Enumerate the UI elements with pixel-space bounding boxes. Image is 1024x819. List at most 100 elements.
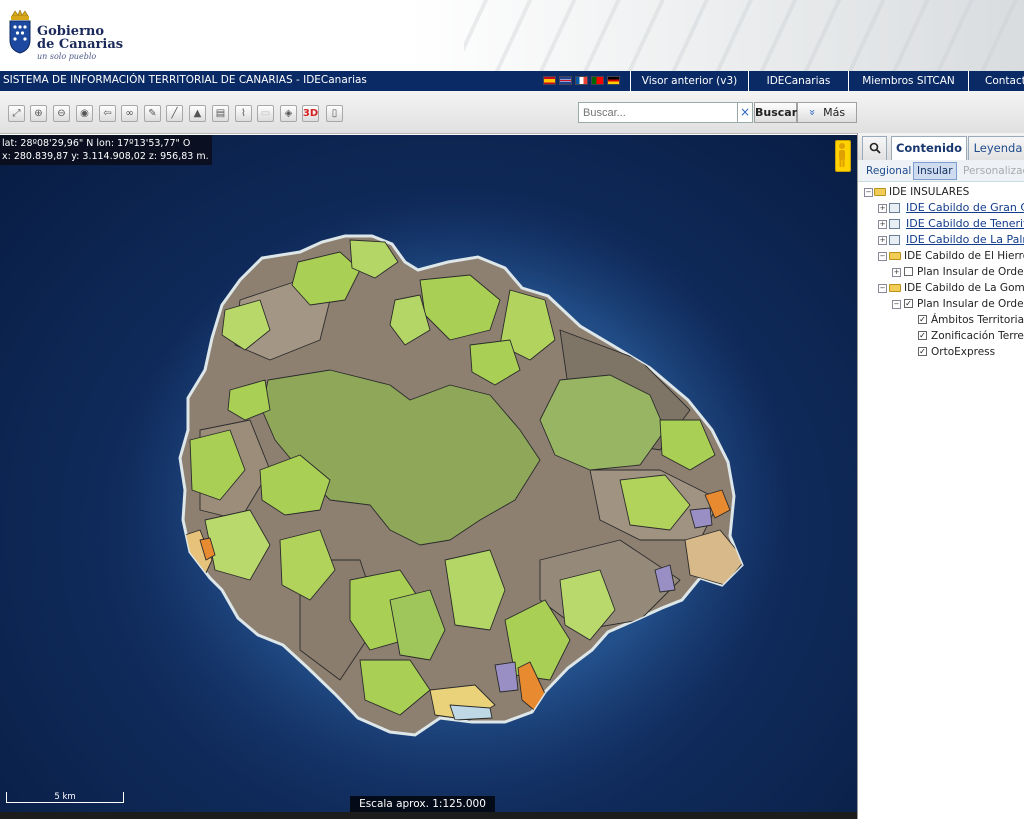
- tree-node-label: Ámbitos Territoriales: [931, 314, 1024, 326]
- layer-checkbox[interactable]: [904, 267, 913, 276]
- flag-es-icon[interactable]: [543, 76, 556, 85]
- layers-icon[interactable]: ◈: [280, 105, 297, 122]
- map-view[interactable]: lat: 28º08'29,96" N lon: 17º13'53,77" O …: [0, 135, 857, 819]
- layer-checkbox-checked[interactable]: ✓: [918, 315, 927, 324]
- nav-link-idecanarias[interactable]: IDECanarias: [748, 71, 848, 91]
- measure-icon[interactable]: ╱: [166, 105, 183, 122]
- profile-icon[interactable]: ▲: [189, 105, 206, 122]
- collapse-icon[interactable]: −: [892, 300, 901, 309]
- scale-bar: 5 km: [6, 792, 124, 803]
- zoom-out-icon[interactable]: ⊖: [53, 105, 70, 122]
- nav-link-visor-anterior[interactable]: Visor anterior (v3): [630, 71, 748, 91]
- tree-node-tenerife[interactable]: + IDE Cabildo de Tenerife: [858, 216, 1024, 232]
- banner-texture: [464, 0, 1024, 71]
- tree-node-gran-canaria[interactable]: + IDE Cabildo de Gran Canaria: [858, 200, 1024, 216]
- zoom-in-icon[interactable]: ⊕: [30, 105, 47, 122]
- nav-link-contacto[interactable]: Contacto: [968, 71, 1024, 91]
- layer-checkbox-checked[interactable]: ✓: [918, 347, 927, 356]
- split-icon[interactable]: ▯: [326, 105, 343, 122]
- tab-leyenda[interactable]: Leyenda: [968, 136, 1024, 160]
- tree-node-la-palma[interactable]: + IDE Cabildo de La Palma: [858, 232, 1024, 248]
- layer-service-icon: [889, 203, 900, 213]
- coords-utm: x: 280.839,87 y: 3.114.908,02 z: 956,83 …: [2, 151, 209, 162]
- more-button[interactable]: » Más: [797, 102, 857, 123]
- subtab-regional[interactable]: Regional: [863, 163, 914, 179]
- export-icon[interactable]: ▭: [257, 105, 274, 122]
- search-tab-icon[interactable]: [862, 136, 887, 160]
- layer-checkbox-checked[interactable]: ✓: [918, 331, 927, 340]
- tree-node-label: Plan Insular de Ordenación: [917, 266, 1024, 278]
- tree-node-label[interactable]: IDE Cabildo de Tenerife: [906, 216, 1024, 232]
- pegman-figure-icon: [839, 143, 845, 167]
- expand-icon[interactable]: +: [892, 268, 901, 277]
- collapse-icon[interactable]: −: [864, 188, 873, 197]
- panel-subtabs: Regional Insular Personalizado: [858, 160, 1024, 182]
- clear-search-icon[interactable]: ×: [738, 102, 753, 123]
- layer-service-icon: [889, 219, 900, 229]
- coordinates-readout: lat: 28º08'29,96" N lon: 17º13'53,77" O …: [0, 135, 212, 165]
- header-banner: Gobierno de Canarias un solo pueblo: [0, 0, 1024, 71]
- island-map[interactable]: [0, 135, 857, 819]
- magnifier-icon: [869, 142, 881, 154]
- pan-icon[interactable]: ◉: [76, 105, 93, 122]
- tree-node-ambitos[interactable]: ✓ Ámbitos Territoriales: [858, 312, 1024, 328]
- back-icon[interactable]: ⇦: [99, 105, 116, 122]
- flag-fr-icon[interactable]: [575, 76, 588, 85]
- subtab-insular[interactable]: Insular: [913, 162, 957, 180]
- subtab-personalizado[interactable]: Personalizado: [960, 163, 1024, 179]
- tree-node-label: IDE Cabildo de La Gomera: [904, 282, 1024, 294]
- org-name-line2: de Canarias: [37, 37, 124, 52]
- more-button-label: Más: [823, 106, 846, 119]
- link-icon[interactable]: ∞: [121, 105, 138, 122]
- app-title: SISTEMA DE INFORMACIÓN TERRITORIAL DE CA…: [3, 74, 367, 86]
- flag-en-icon[interactable]: [559, 76, 572, 85]
- nav-link-miembros[interactable]: Miembros SITCAN: [848, 71, 968, 91]
- zoom-extent-icon[interactable]: ⤢: [8, 105, 25, 122]
- tree-node-label[interactable]: IDE Cabildo de La Palma: [906, 232, 1024, 248]
- layers-panel: Contenido Leyenda Regional Insular Perso…: [857, 133, 1024, 819]
- chevron-down-icon: »: [805, 109, 819, 116]
- tree-node-plan-insular-hierro[interactable]: + Plan Insular de Ordenación: [858, 264, 1024, 280]
- tree-node-el-hierro[interactable]: − IDE Cabildo de El Hierro: [858, 248, 1024, 264]
- layer-service-icon: [889, 235, 900, 245]
- nav-links: Visor anterior (v3) IDECanarias Miembros…: [630, 71, 1024, 91]
- route-icon[interactable]: ⌇: [235, 105, 252, 122]
- coat-of-arms-logo: [9, 10, 31, 54]
- flag-pt-icon[interactable]: [591, 76, 604, 85]
- top-navbar: SISTEMA DE INFORMACIÓN TERRITORIAL DE CA…: [0, 71, 1024, 91]
- flag-de-icon[interactable]: [607, 76, 620, 85]
- org-name: Gobierno de Canarias: [37, 25, 123, 51]
- tree-node-label: IDE INSULARES: [889, 186, 970, 198]
- folder-icon: [889, 284, 901, 292]
- tree-node-label: OrtoExpress: [931, 346, 996, 358]
- expand-icon[interactable]: +: [878, 236, 887, 245]
- search-input[interactable]: [578, 102, 738, 123]
- layer-tree: − IDE INSULARES + IDE Cabildo de Gran Ca…: [858, 184, 1024, 360]
- tree-node-ortoexpress[interactable]: ✓ OrtoExpress: [858, 344, 1024, 360]
- tab-contenido[interactable]: Contenido: [891, 136, 967, 161]
- tree-node-zonificacion[interactable]: ✓ Zonificación Terrestre: [858, 328, 1024, 344]
- org-slogan: un solo pueblo: [37, 52, 97, 61]
- scale-text: Escala aprox. 1:125.000: [350, 796, 495, 813]
- tree-node-ide-insulares[interactable]: − IDE INSULARES: [858, 184, 1024, 200]
- tree-node-label[interactable]: IDE Cabildo de Gran Canaria: [906, 200, 1024, 216]
- layer-checkbox-checked[interactable]: ✓: [904, 299, 913, 308]
- draw-icon[interactable]: ✎: [144, 105, 161, 122]
- panel-tabs: Contenido Leyenda: [858, 133, 1024, 161]
- tree-node-la-gomera[interactable]: − IDE Cabildo de La Gomera: [858, 280, 1024, 296]
- map-toolbar: ⤢ ⊕ ⊖ ◉ ⇦ ∞ ✎ ╱ ▲ ▤ ⌇ ▭ ◈ 3D ▯: [0, 91, 1024, 134]
- search-button[interactable]: Buscar: [754, 102, 797, 123]
- tree-node-label: Plan Insular de Ordenación: [917, 298, 1024, 310]
- 3d-icon[interactable]: 3D: [302, 105, 319, 122]
- collapse-icon[interactable]: −: [878, 252, 887, 261]
- coords-geographic: lat: 28º08'29,96" N lon: 17º13'53,77" O: [2, 138, 191, 149]
- language-selector: [543, 76, 620, 85]
- expand-icon[interactable]: +: [878, 220, 887, 229]
- expand-icon[interactable]: +: [878, 204, 887, 213]
- tree-node-plan-insular-gomera[interactable]: − ✓ Plan Insular de Ordenación: [858, 296, 1024, 312]
- folder-icon: [889, 252, 901, 260]
- street-view-pegman-icon[interactable]: [835, 140, 851, 172]
- print-icon[interactable]: ▤: [212, 105, 229, 122]
- tree-node-label: Zonificación Terrestre: [931, 330, 1024, 342]
- collapse-icon[interactable]: −: [878, 284, 887, 293]
